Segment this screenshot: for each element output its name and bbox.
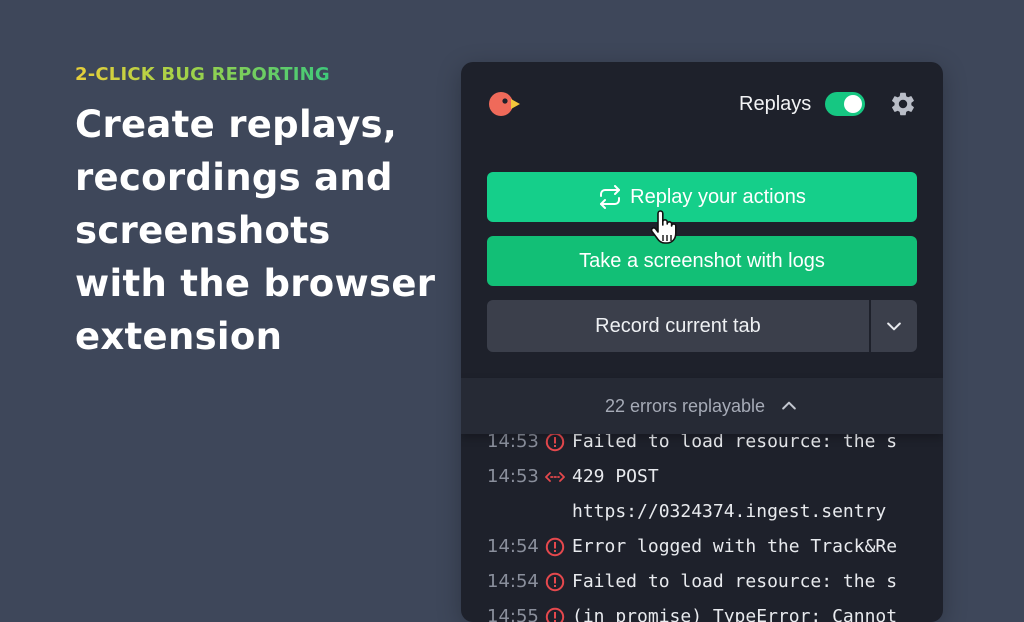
headline-line: Create replays, [75,103,398,146]
chevron-down-icon [887,322,901,331]
log-time: 14:54 [487,571,539,592]
replays-label: Replays [739,93,812,115]
error-circle-icon [545,572,565,592]
headline-line: recordings and [75,156,393,199]
errors-replayable-toggle[interactable]: 22 errors replayable [461,378,943,434]
screenshot-with-logs-button[interactable]: Take a screenshot with logs [487,236,917,286]
console-log-list: 14:53 Failed to load resource: the s 14:… [461,424,943,622]
error-circle-icon [545,537,565,557]
eyebrow-label: 2-CLICK BUG REPORTING [75,62,330,88]
hero: 2-CLICK BUG REPORTING Create replays, re… [75,62,445,363]
screenshot-label: Take a screenshot with logs [579,249,825,272]
record-current-tab-button[interactable]: Record current tab [487,300,869,352]
replay-actions-label: Replay your actions [630,185,806,208]
error-circle-icon [545,607,565,622]
headline-line: screenshots [75,209,331,252]
record-options-dropdown[interactable] [871,300,917,352]
replay-actions-button[interactable]: Replay your actions [487,172,917,222]
log-entry: 14:53 429 POST [461,459,943,494]
log-time: 14:55 [487,606,539,622]
replays-toggle[interactable] [825,92,865,116]
extension-popup: Replays Replay your actions Take a scree… [461,62,943,622]
log-entry: 14:54 Failed to load resource: the s [461,564,943,599]
log-message: Error logged with the Track&Re [572,536,898,557]
log-message: Failed to load resource: the s [572,571,898,592]
headline-line: with the browser [75,262,436,305]
log-message: https://0324374.ingest.sentry [572,501,887,522]
log-time: 14:54 [487,536,539,557]
headline-line: extension [75,315,283,358]
log-entry: https://0324374.ingest.sentry [461,494,943,529]
log-entry: 14:55 (in promise) TypeError: Cannot [461,599,943,622]
hand-pointer-cursor-icon [650,210,677,244]
record-label: Record current tab [595,314,761,337]
log-entry: 14:54 Error logged with the Track&Re [461,529,943,564]
bird-logo-icon [489,92,520,116]
log-message: (in promise) TypeError: Cannot [572,606,898,622]
gear-icon[interactable] [889,90,917,118]
headline: Create replays, recordings and screensho… [75,98,445,363]
replay-loop-icon [600,185,621,209]
errors-summary-label: 22 errors replayable [604,395,766,416]
log-message: 429 POST [572,466,659,487]
chevron-up-icon [782,401,796,410]
toggle-knob [844,95,862,113]
record-split-button: Record current tab [487,300,917,352]
error-circle-icon [545,432,565,452]
log-time: 14:53 [487,466,539,487]
network-arrows-icon [545,472,565,482]
